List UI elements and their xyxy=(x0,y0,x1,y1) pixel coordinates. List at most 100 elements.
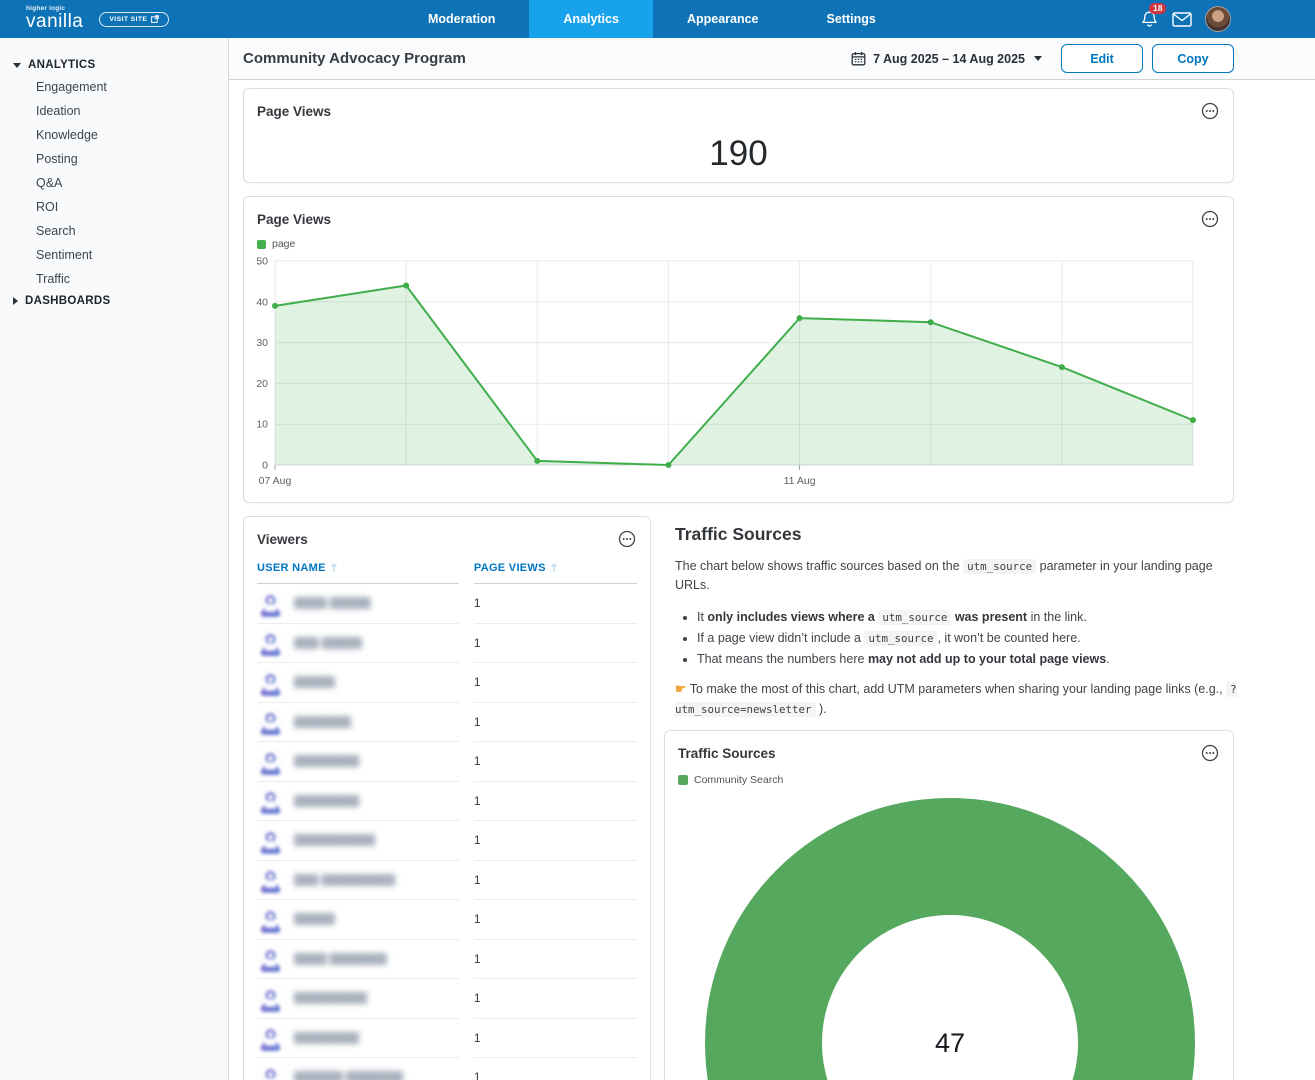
svg-text:47: 47 xyxy=(935,1028,965,1058)
date-range-picker[interactable]: 7 Aug 2025 – 14 Aug 2025 xyxy=(851,51,1042,66)
default-avatar-icon xyxy=(257,866,284,894)
page-views-chart-card: Page Views page 0 10 20 30 40 50 07 Aug 11 Aug xyxy=(243,196,1234,503)
main-content: Page Views 190 Page Views page 0 10 20 3… xyxy=(229,80,1315,1080)
viewer-user-cell[interactable]: ██████ ███████ xyxy=(257,1058,459,1080)
vanilla-logo[interactable]: higher logic vanilla xyxy=(26,5,83,32)
default-avatar-icon xyxy=(257,945,284,973)
viewer-user-cell[interactable]: █████ xyxy=(257,663,459,703)
sidebar-group-analytics[interactable]: ANALYTICS xyxy=(0,55,228,75)
sidebar-item-search[interactable]: Search xyxy=(0,219,228,243)
svg-text:0: 0 xyxy=(262,460,268,472)
card-menu-button[interactable] xyxy=(1201,102,1219,120)
page-header: Community Advocacy Program 7 Aug 2025 – … xyxy=(229,38,1315,80)
user-avatar[interactable] xyxy=(1205,6,1231,32)
sidebar-item-posting[interactable]: Posting xyxy=(0,147,228,171)
legend-swatch xyxy=(257,239,266,249)
ellipsis-circle-icon xyxy=(1201,210,1219,228)
viewer-name-redacted: ███████ xyxy=(294,715,352,728)
viewer-name-redacted: ████ ███████ xyxy=(294,952,387,965)
viewer-name-redacted: ███ █████ xyxy=(294,636,363,649)
sidebar-item-engagement[interactable]: Engagement xyxy=(0,75,228,99)
card-menu-button[interactable] xyxy=(618,530,636,548)
viewer-row[interactable]: ████████ 1 xyxy=(257,742,637,782)
sidebar-item-roi[interactable]: ROI xyxy=(0,195,228,219)
default-avatar-icon xyxy=(257,589,284,617)
viewer-user-cell[interactable]: █████ xyxy=(257,900,459,940)
sidebar-group-label: ANALYTICS xyxy=(28,59,96,71)
chart-legend: page xyxy=(244,228,1233,250)
svg-text:11 Aug: 11 Aug xyxy=(784,475,816,487)
viewer-row[interactable]: █████ 1 xyxy=(257,900,637,940)
viewer-row[interactable]: ███ █████ 1 xyxy=(257,624,637,663)
sort-arrow-icon xyxy=(550,563,557,572)
viewer-row[interactable]: ██████████ 1 xyxy=(257,821,637,861)
notifications-button[interactable]: 18 xyxy=(1140,2,1167,29)
card-menu-button[interactable] xyxy=(1201,210,1219,228)
viewer-row[interactable]: █████████ 1 xyxy=(257,979,637,1019)
viewer-name-redacted: ████████ xyxy=(294,1031,360,1044)
sidebar-item-sentiment[interactable]: Sentiment xyxy=(0,243,228,267)
page-views-metric-card: Page Views 190 xyxy=(243,88,1234,183)
viewer-name-redacted: ████ █████ xyxy=(294,597,371,610)
viewers-rows: ████ █████ 1 ███ █████ 1 █████ 1 ███████ 1 █████… xyxy=(257,584,637,1080)
higher-logic-logo-text: higher logic xyxy=(26,5,66,12)
viewer-user-cell[interactable]: ████ █████ xyxy=(257,584,459,624)
sidebar-item-qa[interactable]: Q&A xyxy=(0,171,228,195)
nav-tab-appearance[interactable]: Appearance xyxy=(653,0,793,38)
sidebar-item-knowledge[interactable]: Knowledge xyxy=(0,123,228,147)
page-views-area-chart: 0 10 20 30 40 50 07 Aug 11 Aug xyxy=(256,256,1196,487)
viewer-row[interactable]: ██████ ███████ 1 xyxy=(257,1058,637,1080)
viewer-row[interactable]: ████████ 1 xyxy=(257,782,637,821)
viewer-user-cell[interactable]: ██████████ xyxy=(257,821,459,861)
viewer-row[interactable]: ████████ 1 xyxy=(257,1019,637,1058)
column-header-user-name[interactable]: USER NAME xyxy=(257,562,459,584)
edit-button[interactable]: Edit xyxy=(1061,44,1143,73)
viewer-page-views: 1 xyxy=(473,584,637,624)
viewer-name-redacted: ███ █████████ xyxy=(294,873,395,886)
viewer-user-cell[interactable]: █████████ xyxy=(257,979,459,1019)
traffic-sources-intro: The chart below shows traffic sources ba… xyxy=(675,559,1213,593)
default-avatar-icon xyxy=(257,1063,284,1080)
viewer-user-cell[interactable]: ████████ xyxy=(257,742,459,782)
legend-swatch xyxy=(678,775,688,785)
viewer-row[interactable]: ███ █████████ 1 xyxy=(257,861,637,900)
viewer-page-views: 1 xyxy=(473,663,637,703)
card-menu-button[interactable] xyxy=(1201,744,1219,762)
copy-button[interactable]: Copy xyxy=(1152,44,1234,73)
traffic-sources-tip: ☛ To make the most of this chart, add UT… xyxy=(675,682,1237,717)
column-header-page-views[interactable]: PAGE VIEWS xyxy=(473,562,637,584)
viewer-name-redacted: ████████ xyxy=(294,755,360,768)
nav-tabs: Moderation Analytics Appearance Settings xyxy=(394,0,910,38)
viewer-row[interactable]: █████ 1 xyxy=(257,663,637,703)
ellipsis-circle-icon xyxy=(618,530,636,548)
traffic-sources-info: Traffic Sources The chart below shows tr… xyxy=(675,524,1237,719)
viewer-user-cell[interactable]: ████████ xyxy=(257,782,459,821)
viewer-page-views: 1 xyxy=(473,979,637,1019)
viewer-page-views: 1 xyxy=(473,940,637,979)
viewer-user-cell[interactable]: ███████ xyxy=(257,703,459,742)
viewer-user-cell[interactable]: ███ █████ xyxy=(257,624,459,663)
ellipsis-circle-icon xyxy=(1201,102,1219,120)
brand[interactable]: higher logic vanilla VISIT SITE xyxy=(0,0,250,38)
sidebar-item-ideation[interactable]: Ideation xyxy=(0,99,228,123)
viewer-user-cell[interactable]: ███ █████████ xyxy=(257,861,459,900)
legend-label: page xyxy=(272,238,296,250)
sidebar-item-traffic[interactable]: Traffic xyxy=(0,267,228,291)
viewer-page-views: 1 xyxy=(473,861,637,900)
nav-tab-analytics[interactable]: Analytics xyxy=(529,0,653,38)
code-chip: utm_source xyxy=(963,559,1037,574)
viewer-row[interactable]: ███████ 1 xyxy=(257,703,637,742)
sidebar-group-dashboards[interactable]: DASHBOARDS xyxy=(0,291,228,311)
visit-site-button[interactable]: VISIT SITE xyxy=(99,11,170,27)
default-avatar-icon xyxy=(257,629,284,657)
viewer-user-cell[interactable]: ████ ███████ xyxy=(257,940,459,979)
viewer-row[interactable]: ████ ███████ 1 xyxy=(257,940,637,979)
messages-button[interactable] xyxy=(1172,11,1192,27)
traffic-sources-bullet: That means the numbers here may not add … xyxy=(697,650,1237,668)
nav-tab-settings[interactable]: Settings xyxy=(793,0,910,38)
notification-count-badge: 18 xyxy=(1149,2,1167,14)
viewer-row[interactable]: ████ █████ 1 xyxy=(257,584,637,624)
viewer-user-cell[interactable]: ████████ xyxy=(257,1019,459,1058)
nav-tab-moderation[interactable]: Moderation xyxy=(394,0,529,38)
sort-arrow-icon xyxy=(330,563,337,572)
